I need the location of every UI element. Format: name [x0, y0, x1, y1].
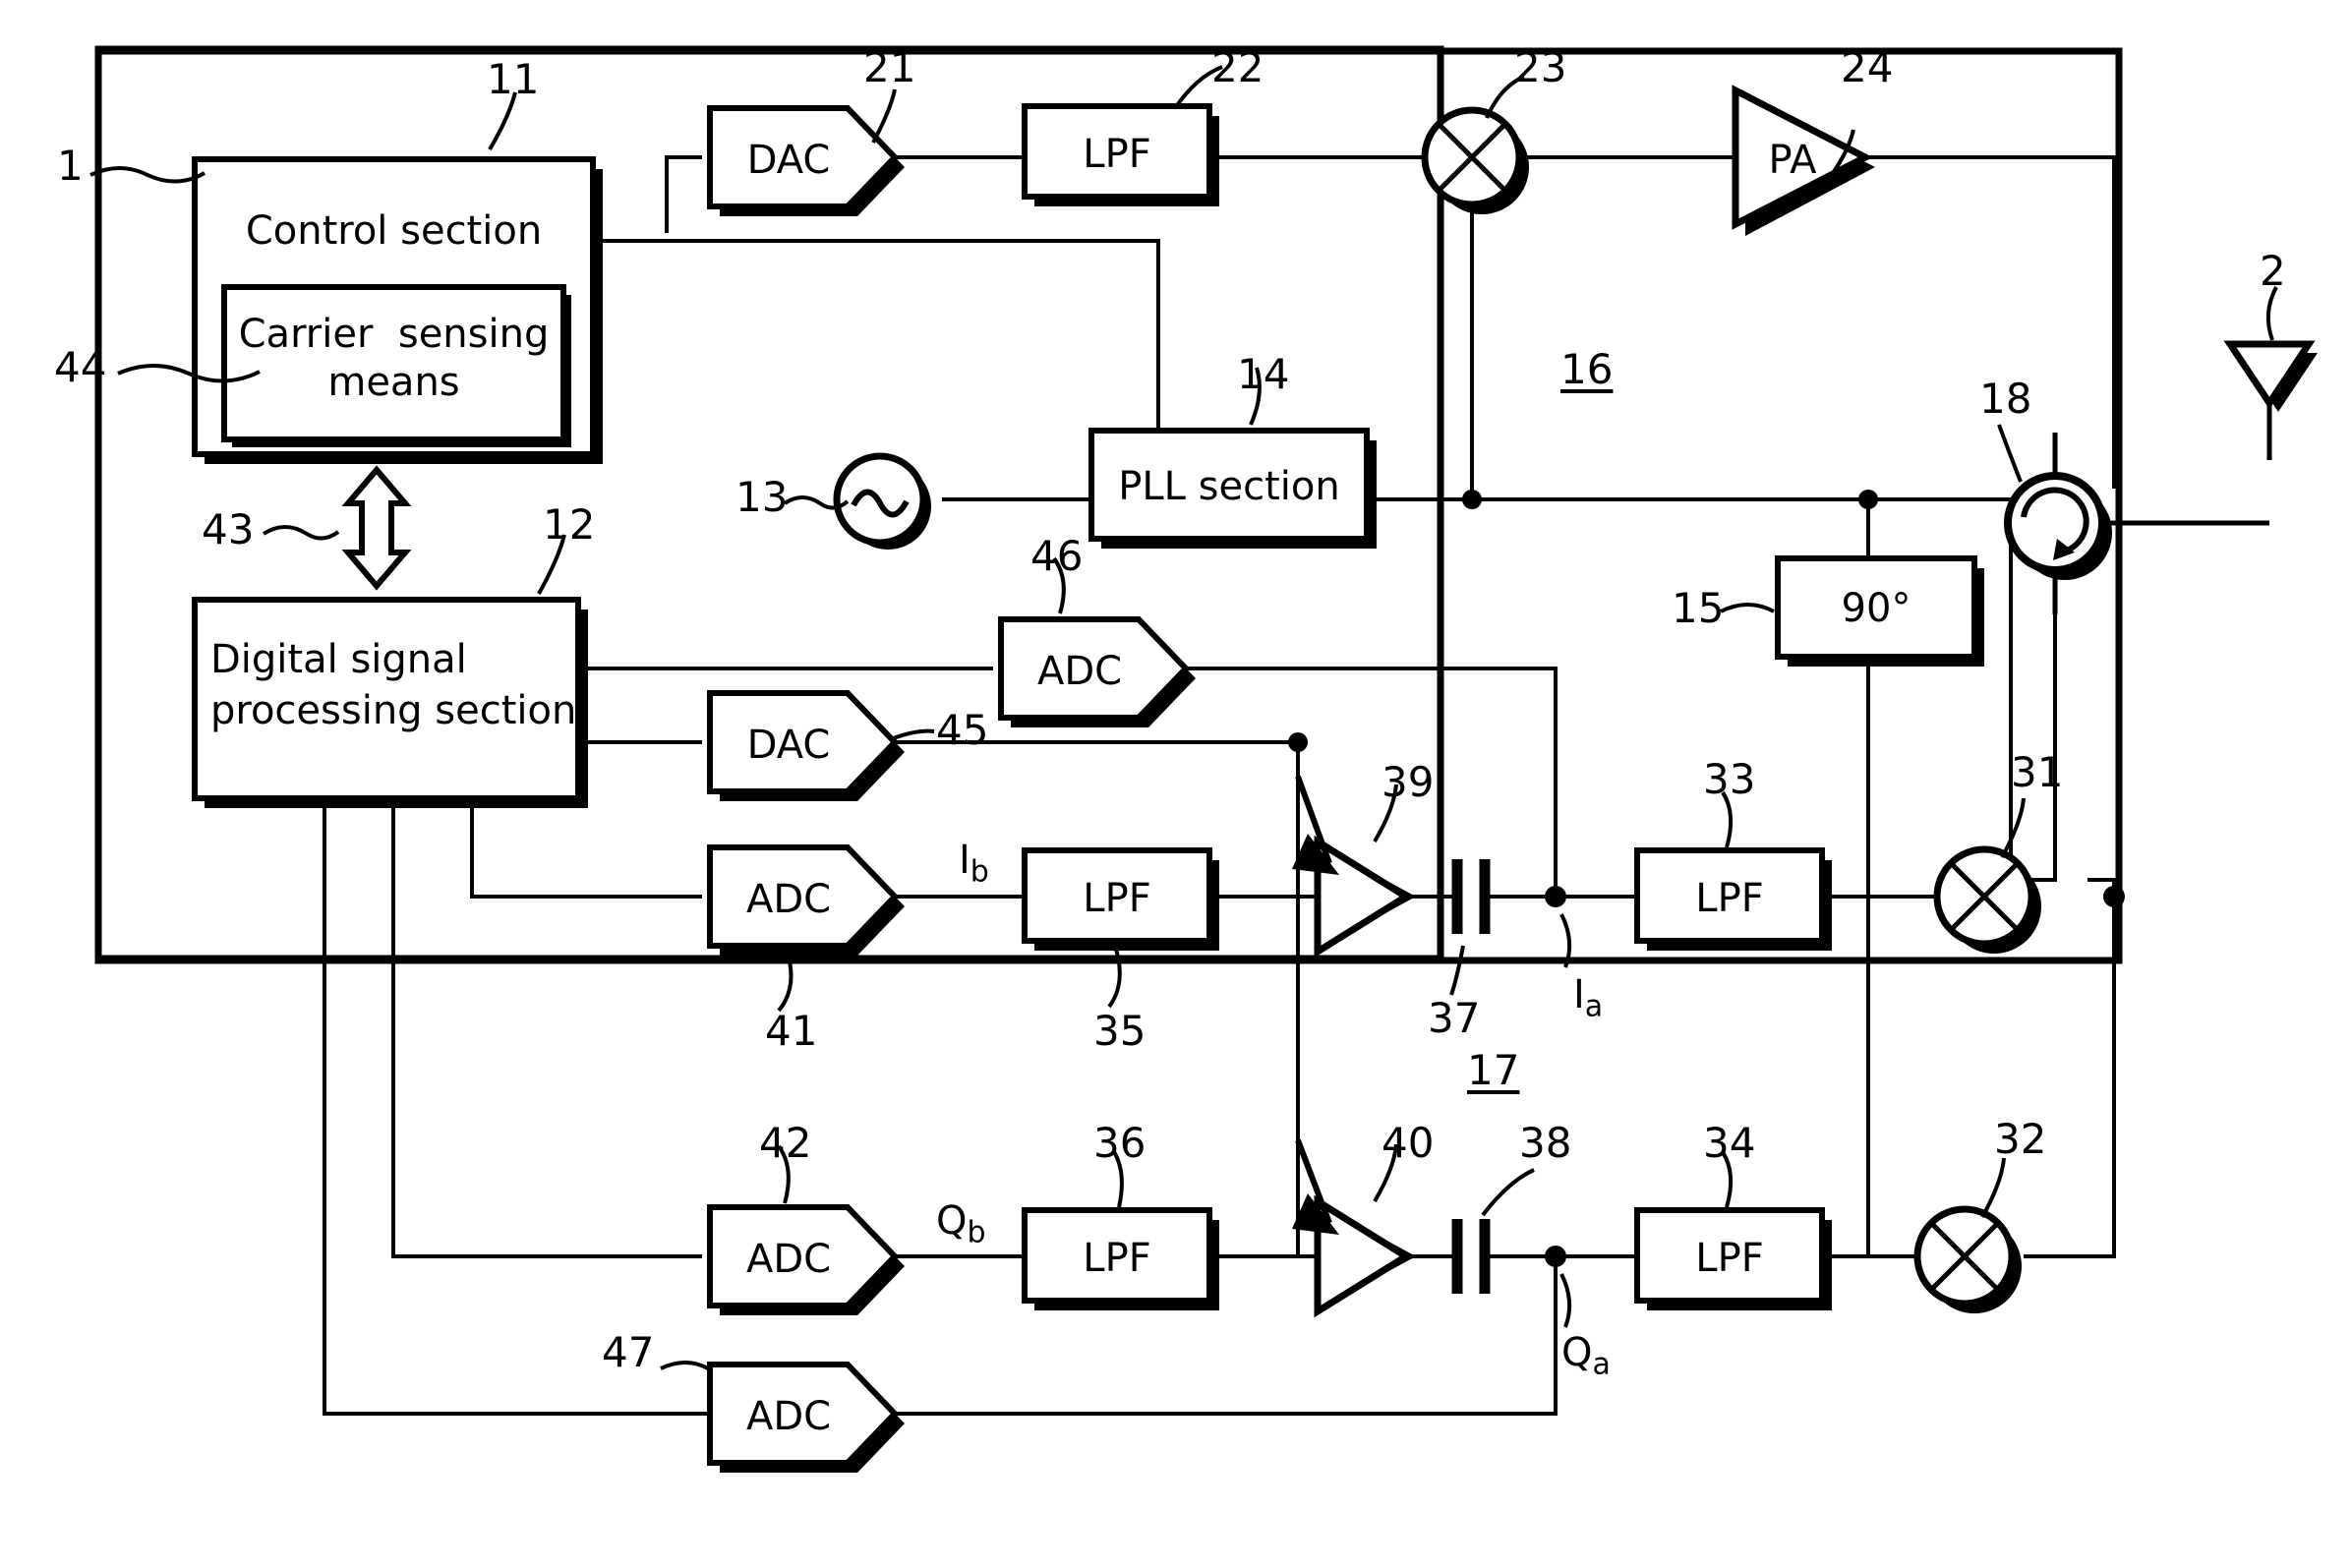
- ref-37: 37: [1428, 994, 1481, 1042]
- qb-sub: b: [967, 1215, 986, 1250]
- ref-41: 41: [765, 1007, 818, 1055]
- ref-24: 24: [1841, 43, 1894, 91]
- ref-32: 32: [1994, 1115, 2047, 1163]
- ref-43: 43: [202, 505, 255, 553]
- signal-label-qa: Qa: [1561, 1333, 1611, 1379]
- bidirectional-arrow-icon: [341, 465, 412, 591]
- lpf-36-label: LPF: [1083, 1236, 1151, 1281]
- ref-36: 36: [1093, 1119, 1147, 1167]
- dac-21-label: DAC: [746, 138, 831, 183]
- ia-base: I: [1573, 972, 1585, 1017]
- adc-42-label: ADC: [745, 1237, 832, 1282]
- signal-label-ib: Ib: [959, 841, 989, 887]
- amplifier-40-icon[interactable]: [1314, 1194, 1416, 1318]
- qa-sub: a: [1592, 1347, 1611, 1382]
- ref-39: 39: [1382, 758, 1435, 806]
- capacitor-37-icon: [1451, 859, 1491, 934]
- adc-41-label: ADC: [745, 877, 832, 922]
- ref-14: 14: [1237, 350, 1290, 398]
- pll-14-label: PLL section: [1118, 464, 1340, 509]
- signal-label-qb: Qb: [936, 1201, 986, 1248]
- lpf-33-label: LPF: [1695, 876, 1764, 921]
- lpf-34-label: LPF: [1695, 1236, 1764, 1281]
- ref-40: 40: [1382, 1119, 1435, 1167]
- ref-44: 44: [54, 343, 107, 391]
- ref-22: 22: [1211, 43, 1264, 91]
- ref-1: 1: [57, 142, 84, 190]
- ref-21: 21: [863, 43, 916, 91]
- antenna-icon: [2223, 340, 2318, 460]
- ref-35: 35: [1093, 1007, 1147, 1055]
- ref-47: 47: [602, 1328, 655, 1376]
- lpf-35-label: LPF: [1083, 876, 1151, 921]
- capacitor-38-icon: [1451, 1219, 1491, 1294]
- dsp-line-1: Digital signal: [210, 637, 467, 682]
- ref-17: 17: [1467, 1046, 1520, 1094]
- control-section-label: Control section: [245, 208, 543, 254]
- mixer-31-icon[interactable]: [1933, 845, 2041, 954]
- dac-45-label: DAC: [746, 723, 831, 768]
- ref-45: 45: [936, 706, 989, 754]
- adc-46-label: ADC: [1036, 649, 1123, 694]
- lpf-22-label: LPF: [1083, 132, 1151, 177]
- phase-shifter-15-label: 90°: [1841, 586, 1911, 631]
- ref-42: 42: [759, 1119, 812, 1167]
- oscillator-13-icon[interactable]: [833, 452, 931, 550]
- ref-18: 18: [1979, 375, 2032, 423]
- pa-24-label: PA: [1768, 138, 1817, 183]
- ref-12: 12: [543, 500, 596, 549]
- ref-16: 16: [1560, 345, 1614, 393]
- ref-13: 13: [735, 473, 789, 521]
- ia-sub: a: [1584, 989, 1604, 1024]
- circulator-18-icon[interactable]: [2004, 472, 2112, 580]
- amplifier-39-icon[interactable]: [1314, 835, 1416, 958]
- ref-46: 46: [1030, 532, 1084, 580]
- mixer-32-icon[interactable]: [1913, 1205, 2022, 1313]
- dsp-line-2: processing section: [210, 688, 577, 733]
- figure-canvas: Control section Carrier sensing means Di…: [0, 0, 2352, 1568]
- ref-23: 23: [1514, 43, 1567, 91]
- ref-33: 33: [1703, 755, 1756, 803]
- signal-label-ia: Ia: [1573, 975, 1603, 1021]
- ref-31: 31: [2011, 748, 2064, 796]
- ref-11: 11: [487, 55, 540, 103]
- ref-15: 15: [1672, 584, 1725, 632]
- dsp-section-label: Digital signal processing section: [195, 634, 578, 736]
- ib-base: I: [959, 838, 970, 883]
- ref-38: 38: [1519, 1119, 1572, 1167]
- ib-sub: b: [970, 854, 989, 890]
- qa-base: Q: [1561, 1330, 1593, 1375]
- ref-2: 2: [2260, 247, 2286, 295]
- carrier-sensing-means-label: Carrier sensing means: [224, 311, 563, 407]
- ref-34: 34: [1703, 1119, 1756, 1167]
- carrier-line1: Carrier sensing means: [238, 312, 574, 405]
- adc-47-label: ADC: [745, 1394, 832, 1439]
- qb-base: Q: [936, 1198, 968, 1244]
